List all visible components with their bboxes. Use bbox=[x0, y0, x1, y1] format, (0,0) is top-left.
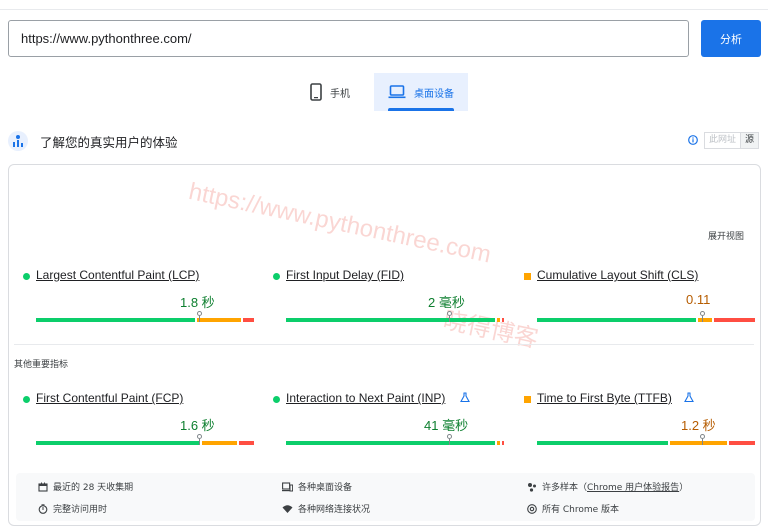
tab-mobile[interactable]: 手机 bbox=[310, 73, 370, 111]
crux-report-link[interactable]: Chrome 用户体验报告 bbox=[587, 483, 679, 493]
metric-cls: Cumulative Layout Shift (CLS) 0.11 bbox=[523, 268, 755, 328]
footer-full-visit: 完整访问用时 bbox=[38, 502, 107, 515]
footer-chrome-versions: 所有 Chrome 版本 bbox=[527, 502, 619, 515]
metric-fcp: First Contentful Paint (FCP) 1.6 秒 bbox=[22, 391, 254, 451]
p75-marker bbox=[699, 434, 705, 445]
toggle-origin[interactable]: 源 bbox=[740, 133, 759, 148]
p75-marker bbox=[196, 434, 202, 445]
distribution-bar bbox=[36, 311, 254, 322]
footer-collection-period: 最近的 28 天收集期 bbox=[38, 480, 133, 493]
p75-marker bbox=[196, 311, 202, 322]
metric-name-link[interactable]: First Input Delay (FID) bbox=[286, 268, 404, 282]
distribution-bar bbox=[537, 434, 755, 445]
bar-average-segment bbox=[497, 318, 500, 322]
bar-poor-segment bbox=[713, 318, 755, 322]
chrome-icon bbox=[527, 503, 537, 514]
p75-marker bbox=[446, 311, 452, 322]
metric-value: 0.11 bbox=[686, 292, 711, 307]
tab-desktop[interactable]: 桌面设备 bbox=[374, 73, 468, 111]
tab-mobile-label: 手机 bbox=[330, 88, 350, 100]
distribution-bar bbox=[36, 434, 254, 445]
experimental-flask-icon bbox=[684, 392, 694, 403]
calendar-icon bbox=[38, 482, 48, 492]
other-metrics-heading: 其他重要指标 bbox=[14, 360, 69, 370]
status-good-icon bbox=[23, 396, 30, 403]
status-good-icon bbox=[273, 396, 280, 403]
bar-average-segment bbox=[669, 441, 727, 445]
footer-samples-suffix: ） bbox=[679, 483, 689, 493]
samples-dots-icon bbox=[528, 482, 536, 492]
metric-name-text: Time to First Byte (TTFB) bbox=[537, 391, 672, 405]
expand-view-link[interactable]: 展开视图 bbox=[708, 229, 744, 242]
distribution-bar bbox=[286, 434, 504, 445]
bar-good-segment bbox=[286, 318, 496, 322]
analyze-button[interactable]: 分析 bbox=[701, 20, 761, 57]
bar-average-segment bbox=[698, 318, 712, 322]
metric-value: 1.2 秒 bbox=[681, 418, 716, 433]
info-icon[interactable] bbox=[688, 135, 698, 145]
bar-poor-segment bbox=[501, 318, 504, 322]
metric-value: 1.8 秒 bbox=[180, 295, 215, 310]
bar-poor-segment bbox=[728, 441, 755, 445]
status-good-icon bbox=[273, 273, 280, 280]
metric-value: 1.6 秒 bbox=[180, 418, 215, 433]
field-section-title: 了解您的真实用户的体验 bbox=[40, 135, 178, 150]
stopwatch-icon bbox=[38, 503, 48, 514]
bar-good-segment bbox=[537, 318, 697, 322]
metric-ttfb: Time to First Byte (TTFB) 1.2 秒 bbox=[523, 391, 755, 451]
bar-good-segment bbox=[537, 441, 668, 445]
active-tab-indicator bbox=[388, 108, 454, 111]
devices-icon bbox=[282, 481, 293, 491]
bar-poor-segment bbox=[238, 441, 254, 445]
bar-poor-segment bbox=[501, 441, 504, 445]
footer-devices-text: 各种桌面设备 bbox=[298, 483, 353, 493]
footer-collection-text: 最近的 28 天收集期 bbox=[53, 483, 134, 493]
field-data-icon bbox=[8, 131, 28, 151]
footer-samples: 许多样本（Chrome 用户体验报告） bbox=[527, 480, 688, 493]
status-good-icon bbox=[23, 273, 30, 280]
metric-name-link[interactable]: Cumulative Layout Shift (CLS) bbox=[537, 268, 698, 282]
distribution-bar bbox=[286, 311, 504, 322]
url-origin-toggle: 此网址 源 bbox=[704, 132, 760, 149]
footer-devices: 各种桌面设备 bbox=[282, 480, 352, 493]
metric-name-link[interactable]: Time to First Byte (TTFB) bbox=[537, 391, 672, 405]
footer-chrome-text: 所有 Chrome 版本 bbox=[542, 505, 620, 515]
footer-samples-prefix: 许多样本（ bbox=[542, 483, 588, 493]
tab-desktop-label: 桌面设备 bbox=[414, 88, 454, 100]
top-divider bbox=[0, 9, 768, 10]
metric-name-link[interactable]: Interaction to Next Paint (INP) bbox=[286, 391, 445, 405]
experimental-flask-icon bbox=[460, 392, 470, 403]
phone-icon bbox=[310, 83, 322, 101]
section-divider bbox=[14, 344, 754, 345]
bar-good-segment bbox=[36, 441, 200, 445]
footer-network: 各种网络连接状况 bbox=[282, 502, 370, 515]
bar-good-segment bbox=[286, 441, 496, 445]
metric-fid: First Input Delay (FID) 2 毫秒 bbox=[272, 268, 504, 328]
url-input[interactable]: https://www.pythonthree.com/ bbox=[8, 20, 689, 57]
metric-value: 2 毫秒 bbox=[428, 295, 465, 310]
metric-name-text: Interaction to Next Paint (INP) bbox=[286, 391, 446, 405]
footer-network-text: 各种网络连接状况 bbox=[298, 505, 371, 515]
bar-average-segment bbox=[497, 441, 500, 445]
distribution-bar bbox=[537, 311, 755, 322]
metric-name-link[interactable]: First Contentful Paint (FCP) bbox=[36, 391, 183, 405]
status-average-icon bbox=[524, 273, 531, 280]
wifi-icon bbox=[282, 504, 293, 513]
p75-marker bbox=[699, 311, 705, 322]
metric-lcp: Largest Contentful Paint (LCP) 1.8 秒 bbox=[22, 268, 254, 328]
metric-inp: Interaction to Next Paint (INP) 41 毫秒 bbox=[272, 391, 504, 451]
bar-average-segment bbox=[201, 441, 237, 445]
laptop-icon bbox=[388, 85, 406, 99]
toggle-this-url[interactable]: 此网址 bbox=[705, 133, 740, 148]
footer-full-visit-text: 完整访问用时 bbox=[53, 505, 108, 515]
metric-value: 41 毫秒 bbox=[424, 418, 469, 433]
bar-average-segment bbox=[197, 318, 242, 322]
status-average-icon bbox=[524, 396, 531, 403]
bar-good-segment bbox=[36, 318, 196, 322]
bar-poor-segment bbox=[243, 318, 254, 322]
p75-marker bbox=[446, 434, 452, 445]
metric-name-link[interactable]: Largest Contentful Paint (LCP) bbox=[36, 268, 199, 282]
